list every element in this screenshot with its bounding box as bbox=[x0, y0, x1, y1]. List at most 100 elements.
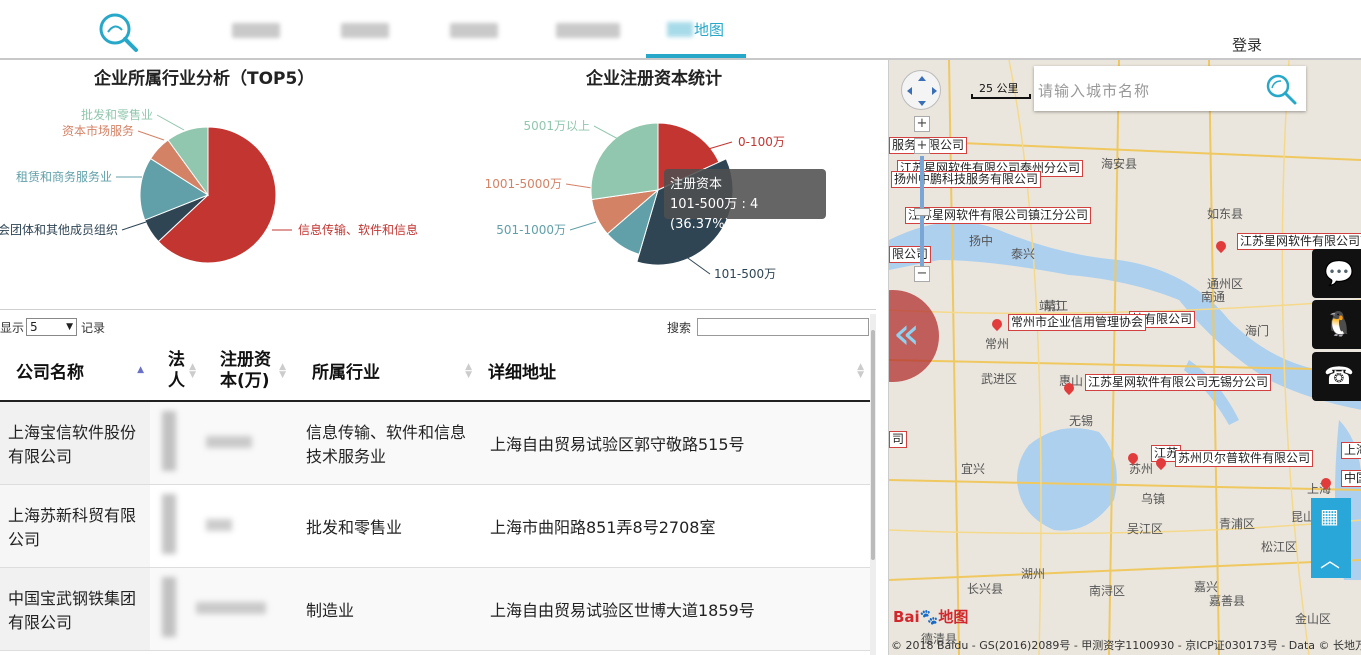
map-place-name: 无锡 bbox=[1069, 414, 1094, 428]
tooltip-value: 101-500万 : 4 (36.37%) bbox=[670, 197, 759, 232]
map-label[interactable]: 江苏星网软件有限公司无锡分公司 bbox=[1085, 374, 1272, 391]
length-unit: 记录 bbox=[81, 321, 106, 335]
pie-label-line bbox=[565, 183, 593, 189]
map-place-name: 长兴县 bbox=[967, 582, 1004, 596]
phone-icon: ☎ bbox=[1324, 362, 1354, 390]
map-place-name: 嘉善县 bbox=[1209, 594, 1246, 608]
nav-item-1[interactable] bbox=[232, 20, 280, 40]
chevron-up-icon: ︿ bbox=[1320, 548, 1340, 572]
col-header-capital[interactable]: 注册资本(万) ▲ ▼ bbox=[202, 341, 292, 402]
map-label[interactable]: 江苏星网软件有限公司南 bbox=[1237, 233, 1361, 250]
col-header-industry[interactable]: 所属行业 ▲ ▼ bbox=[292, 341, 478, 402]
map-label[interactable]: 苏州贝尔普软件有限公司 bbox=[1175, 450, 1314, 467]
nav-active-underline bbox=[646, 54, 746, 58]
pie-label: 会团体和其他成员组织 bbox=[0, 223, 118, 237]
map-place-name: 乌镇 bbox=[1141, 492, 1166, 506]
sort-icon: ▲ ▼ bbox=[465, 362, 472, 380]
double-chevron-left-icon: « bbox=[893, 308, 920, 359]
map-panel[interactable]: 海安县 如东县 泰兴 通州区 南通 海门 常州 武进区 无锡 惠山 苏州 吴江区 长兴县 湖州 南浔区 嘉兴嘉… bbox=[888, 60, 1361, 655]
map-place-name: 扬中 bbox=[969, 234, 994, 248]
baidu-logo: Bai🐾地图 bbox=[893, 608, 969, 626]
sort-icon: ▲ ▼ bbox=[189, 362, 196, 380]
map-pan-control[interactable] bbox=[901, 70, 941, 110]
map-label[interactable]: 上海 bbox=[1341, 442, 1361, 459]
pie-label: 5001万以上 bbox=[523, 119, 590, 133]
logo-search-icon[interactable] bbox=[96, 10, 140, 54]
nav-map-blur bbox=[667, 22, 693, 37]
phone-button[interactable]: ☎ bbox=[1312, 352, 1361, 401]
map-label[interactable]: 中国 bbox=[1341, 470, 1361, 487]
back-to-top-button[interactable]: ︿ bbox=[1311, 538, 1351, 578]
company-table: 公司名称 ▲ 法人 ▲ ▼ 注册资本(万) ▲ ▼ 所属行业 ▲ ▼ 详细地址 ▲ bbox=[0, 341, 870, 651]
zoom-in-button[interactable]: + bbox=[914, 138, 930, 154]
chat-icon: 💬 bbox=[1324, 259, 1354, 287]
map-label[interactable]: 江苏星网软件有限公司镇江分公司 bbox=[905, 207, 1092, 224]
table-row[interactable]: 上海宝信软件股份有限公司 信息传输、软件和信息技术服务业 上海自由贸易试验区郭守… bbox=[0, 401, 870, 485]
sort-icon: ▲ ▼ bbox=[857, 362, 864, 380]
map-city-search[interactable]: 请输入城市名称 bbox=[1034, 66, 1306, 111]
login-link[interactable]: 登录 bbox=[1232, 34, 1262, 55]
map-place-name: 宜兴 bbox=[961, 462, 986, 476]
cell-legal-blurred bbox=[150, 401, 202, 485]
nav-item-4[interactable] bbox=[556, 20, 620, 40]
pie-label: 租赁和商务服务业 bbox=[16, 169, 112, 184]
cell-address: 上海自由贸易试验区郭守敬路515号 bbox=[478, 401, 870, 485]
zoom-in-button[interactable]: + bbox=[914, 116, 930, 132]
col-header-legal[interactable]: 法人 ▲ ▼ bbox=[150, 341, 202, 402]
chevron-down-icon: ▼ bbox=[66, 322, 73, 332]
map-zoom-control[interactable]: + + − bbox=[914, 116, 930, 286]
search-label: 搜索 bbox=[667, 321, 692, 335]
pie-label-line bbox=[593, 125, 621, 141]
cell-company-name: 上海宝信软件股份有限公司 bbox=[0, 401, 150, 485]
zoom-slider-thumb[interactable] bbox=[914, 208, 930, 216]
table-search-input[interactable] bbox=[697, 318, 869, 336]
map-label[interactable]: 司 bbox=[889, 431, 908, 448]
map-place-name: 如东县 bbox=[1207, 207, 1244, 221]
pie-label-line bbox=[569, 221, 597, 231]
map-place-name: 南通 bbox=[1201, 290, 1226, 304]
table-row[interactable]: 中国宝武钢铁集团有限公司 制造业 上海自由贸易试验区世博大道1859号 bbox=[0, 567, 870, 651]
cell-industry: 制造业 bbox=[292, 567, 478, 651]
map-place-name: 常州 bbox=[985, 337, 1010, 351]
cell-industry: 信息传输、软件和信息技术服务业 bbox=[292, 401, 478, 485]
cell-address: 上海自由贸易试验区世博大道1859号 bbox=[478, 567, 870, 651]
cell-capital-blurred bbox=[202, 401, 292, 485]
map-place-name: 海门 bbox=[1245, 324, 1270, 338]
col-header-address[interactable]: 详细地址 ▲ ▼ bbox=[478, 341, 870, 402]
zoom-out-button[interactable]: − bbox=[914, 266, 930, 282]
qrcode-icon: ▦ bbox=[1320, 504, 1339, 528]
nav-item-3[interactable] bbox=[450, 20, 498, 40]
chat-button[interactable]: 💬 bbox=[1312, 249, 1361, 298]
qq-button[interactable]: 🐧 bbox=[1312, 300, 1361, 349]
table-scroll-thumb[interactable] bbox=[871, 330, 875, 560]
pie-label: 101-500万 bbox=[714, 267, 776, 281]
qq-penguin-icon: 🐧 bbox=[1324, 310, 1354, 338]
tooltip-title: 注册资本 bbox=[670, 177, 723, 192]
pie-label-line bbox=[684, 255, 711, 275]
table-row[interactable]: 上海苏新科贸有限公司 批发和零售业 上海市曲阳路851弄8号2708室 bbox=[0, 484, 870, 568]
length-value: 5 bbox=[30, 320, 38, 334]
map-label[interactable]: 常州市企业信用管理协会 bbox=[1008, 314, 1147, 331]
map-place-name: 海安县 bbox=[1101, 157, 1138, 171]
map-search-input[interactable]: 请输入城市名称 bbox=[1038, 80, 1150, 101]
pie-slice[interactable] bbox=[590, 122, 659, 201]
qrcode-button[interactable]: ▦ bbox=[1311, 498, 1351, 538]
cell-company-name: 中国宝武钢铁集团有限公司 bbox=[0, 567, 150, 651]
col-header-name[interactable]: 公司名称 ▲ bbox=[0, 341, 150, 402]
map-place-name: 吴江区 bbox=[1127, 522, 1164, 536]
length-select[interactable]: 5 ▼ bbox=[26, 318, 77, 336]
map-copyright: © 2018 Baidu - GS(2016)2089号 - 甲测资字11009… bbox=[891, 639, 1361, 652]
pan-arrows-icon bbox=[907, 76, 937, 106]
map-place-name: 武进区 bbox=[981, 372, 1018, 386]
map-place-name: 泰兴 bbox=[1011, 247, 1036, 261]
search-icon[interactable] bbox=[1264, 72, 1298, 106]
nav-item-2[interactable] bbox=[341, 20, 389, 40]
cell-legal-blurred bbox=[150, 567, 202, 651]
pie-label: 信息传输、软件和信息 bbox=[298, 222, 418, 237]
map-place-name: 金山区 bbox=[1295, 612, 1332, 626]
cell-company-name: 上海苏新科贸有限公司 bbox=[0, 484, 150, 568]
sort-asc-icon: ▲ bbox=[137, 365, 144, 375]
cell-address: 上海市曲阳路851弄8号2708室 bbox=[478, 484, 870, 568]
pie-label-line bbox=[121, 221, 147, 231]
nav-item-map[interactable]: 地图 bbox=[694, 19, 724, 40]
